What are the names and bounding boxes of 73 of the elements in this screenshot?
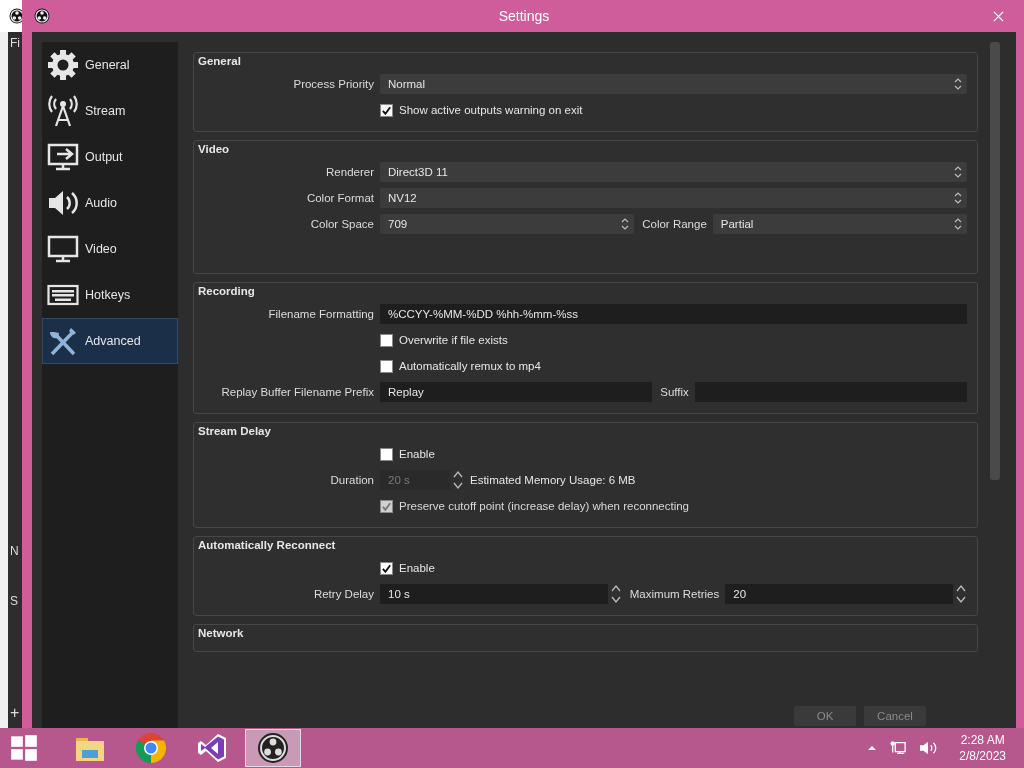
sidebar-item[interactable]: Output bbox=[42, 134, 178, 180]
field-label: Retry Delay bbox=[312, 588, 374, 600]
app-logo-icon bbox=[257, 732, 289, 764]
sidebar-item[interactable]: Stream bbox=[42, 88, 178, 134]
group-title: Recording bbox=[198, 285, 255, 297]
checkbox-label: Overwrite if file exists bbox=[399, 334, 508, 346]
sidebar-item[interactable]: General bbox=[42, 42, 178, 88]
add-button[interactable]: + bbox=[10, 704, 20, 722]
field-label: Replay Buffer Filename Prefix bbox=[220, 386, 374, 398]
sidebar-item[interactable]: Audio bbox=[42, 180, 178, 226]
group-title: Stream Delay bbox=[198, 425, 271, 437]
speaker-icon[interactable] bbox=[919, 740, 938, 756]
text-field[interactable]: %CCYY-%MM-%DD %hh-%mm-%ss bbox=[380, 304, 967, 324]
group-title: Automatically Reconnect bbox=[198, 539, 336, 551]
updown-arrows-icon bbox=[953, 165, 963, 179]
field-label: Color Space bbox=[309, 218, 374, 230]
checkbox-label: Show active outputs warning on exit bbox=[399, 104, 583, 116]
clock-date[interactable]: 2/8/2023 bbox=[959, 748, 1006, 764]
antenna-icon bbox=[47, 95, 79, 127]
field-label: Color Range bbox=[642, 218, 707, 230]
close-icon[interactable] bbox=[993, 10, 1004, 22]
checkbox-label: Enable bbox=[399, 448, 435, 460]
sidebar-item[interactable]: Video bbox=[42, 226, 178, 272]
windows-logo-icon[interactable] bbox=[10, 734, 38, 762]
window-title: Settings bbox=[497, 8, 551, 24]
browser-icon bbox=[135, 732, 167, 764]
scrollbar-thumb[interactable] bbox=[990, 42, 1000, 480]
tools-icon bbox=[47, 325, 79, 357]
spin-field[interactable]: 10 s bbox=[380, 584, 608, 604]
sidebar-item[interactable]: Hotkeys bbox=[42, 272, 178, 318]
memory-usage-text: Estimated Memory Usage: 6 MB bbox=[470, 474, 636, 486]
group-title: General bbox=[198, 55, 241, 67]
clock-time[interactable]: 2:28 AM bbox=[960, 732, 1005, 748]
updown-arrows-icon bbox=[620, 217, 631, 231]
field-label: Filename Formatting bbox=[267, 308, 374, 320]
checkbox[interactable] bbox=[380, 333, 393, 347]
network-icon[interactable] bbox=[889, 740, 908, 756]
updown-arrows-icon bbox=[953, 191, 963, 205]
checkbox[interactable] bbox=[380, 447, 393, 461]
field-label: Renderer bbox=[325, 166, 374, 178]
dropdown[interactable]: NV12 bbox=[380, 188, 967, 208]
field-label: Process Priority bbox=[292, 78, 374, 90]
checkbox-label: Preserve cutoff point (increase delay) when reconnecting bbox=[399, 500, 689, 512]
spin-field[interactable]: 20 bbox=[725, 584, 953, 604]
field-label: Maximum Retries bbox=[629, 588, 720, 600]
field-label: Duration bbox=[329, 474, 374, 486]
updown-arrows-icon bbox=[953, 217, 963, 231]
menu-text: Fi bbox=[10, 36, 20, 50]
checkbox[interactable] bbox=[380, 561, 393, 575]
checkbox-label: Automatically remux to mp4 bbox=[399, 360, 541, 372]
panel-title: S bbox=[10, 594, 18, 608]
dropdown[interactable]: Normal bbox=[380, 74, 967, 94]
taskbar-app[interactable] bbox=[245, 729, 301, 767]
updown-arrows-icon bbox=[953, 77, 963, 91]
gear-icon bbox=[47, 49, 79, 81]
field-label: Color Format bbox=[305, 192, 374, 204]
group-title: Network bbox=[198, 627, 244, 639]
app-logo-icon bbox=[34, 8, 50, 24]
dropdown[interactable]: Direct3D 11 bbox=[380, 162, 967, 182]
monitor-arrow-icon bbox=[47, 141, 79, 173]
ide-icon bbox=[196, 732, 228, 764]
panel-title: N bbox=[10, 544, 19, 558]
checkbox[interactable] bbox=[380, 103, 393, 117]
group-title: Video bbox=[198, 143, 230, 155]
monitor-icon bbox=[47, 233, 79, 265]
field-label: Suffix bbox=[660, 386, 689, 398]
checkbox[interactable] bbox=[380, 359, 393, 373]
caret-up-icon[interactable] bbox=[867, 743, 878, 753]
dropdown[interactable]: Partial bbox=[712, 214, 967, 234]
text-field[interactable]: Replay bbox=[380, 382, 653, 402]
checkbox-label: Enable bbox=[399, 562, 435, 574]
dropdown[interactable]: 709 bbox=[380, 214, 635, 234]
sidebar-item[interactable]: Advanced bbox=[42, 318, 178, 364]
